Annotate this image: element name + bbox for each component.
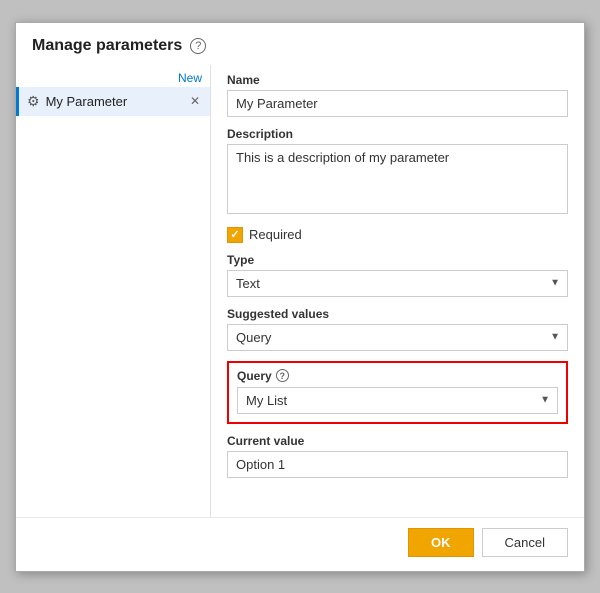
ok-button[interactable]: OK (408, 528, 474, 557)
description-input[interactable]: This is a description of my parameter (227, 144, 568, 214)
suggested-values-select-wrapper: Any value List of values Query ▼ (227, 324, 568, 351)
query-help-icon[interactable]: ? (276, 369, 289, 382)
current-value-input[interactable] (227, 451, 568, 478)
close-icon[interactable]: ✕ (188, 94, 202, 108)
sidebar-new-label: New (16, 69, 210, 87)
current-value-field-group: Current value (227, 434, 568, 478)
query-label-text: Query (237, 369, 272, 383)
sidebar-item-my-parameter[interactable]: ⚙ My Parameter ✕ (16, 87, 210, 116)
required-label: Required (249, 227, 302, 242)
current-value-label: Current value (227, 434, 568, 448)
dialog-title: Manage parameters (32, 37, 182, 55)
checkmark-icon: ✓ (230, 228, 239, 241)
dialog-body: New ⚙ My Parameter ✕ Name Description Th… (16, 65, 584, 517)
type-field-group: Type Text Number Decimal Number True/Fal… (227, 253, 568, 297)
required-row: ✓ Required (227, 227, 568, 243)
sidebar-item-label: My Parameter (46, 94, 182, 109)
cancel-button[interactable]: Cancel (482, 528, 568, 557)
form-area: Name Description This is a description o… (211, 65, 584, 517)
query-select-wrapper: My List ▼ (237, 387, 558, 414)
manage-parameters-dialog: Manage parameters ? New ⚙ My Parameter ✕… (15, 22, 585, 572)
name-label: Name (227, 73, 568, 87)
required-checkbox[interactable]: ✓ (227, 227, 243, 243)
description-field-group: Description This is a description of my … (227, 127, 568, 217)
parameter-icon: ⚙ (27, 93, 40, 110)
query-label: Query ? (237, 369, 558, 383)
dialog-footer: OK Cancel (16, 517, 584, 571)
name-input[interactable] (227, 90, 568, 117)
query-field-group: Query ? My List ▼ (227, 361, 568, 424)
name-field-group: Name (227, 73, 568, 117)
suggested-values-label: Suggested values (227, 307, 568, 321)
type-select[interactable]: Text Number Decimal Number True/False Da… (227, 270, 568, 297)
query-select[interactable]: My List (237, 387, 558, 414)
suggested-values-select[interactable]: Any value List of values Query (227, 324, 568, 351)
description-label: Description (227, 127, 568, 141)
type-label: Type (227, 253, 568, 267)
dialog-header: Manage parameters ? (16, 23, 584, 65)
suggested-values-field-group: Suggested values Any value List of value… (227, 307, 568, 351)
help-icon[interactable]: ? (190, 38, 206, 54)
type-select-wrapper: Text Number Decimal Number True/False Da… (227, 270, 568, 297)
sidebar: New ⚙ My Parameter ✕ (16, 65, 211, 517)
